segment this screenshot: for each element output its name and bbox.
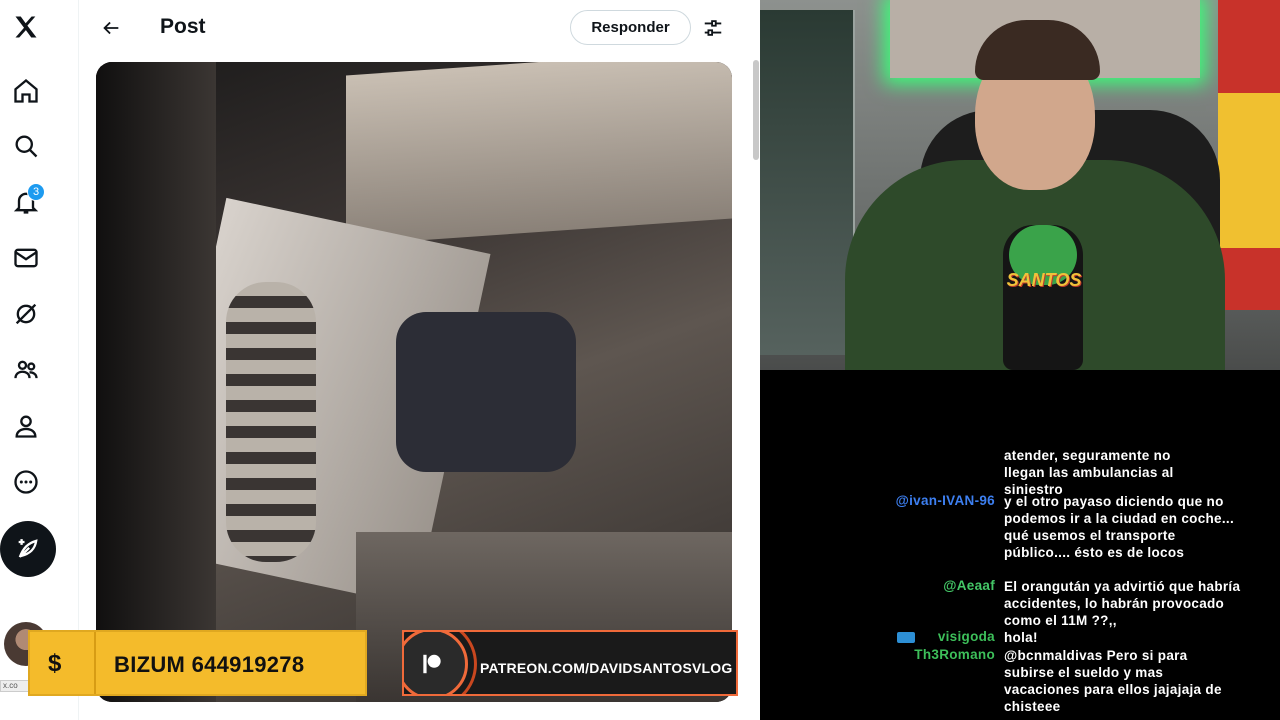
bizum-divider [94,632,96,694]
browser-window: 3 Post Responder x.co $ BIZUM 644919278 … [0,0,760,720]
bizum-number: BIZUM 644919278 [114,652,305,677]
status-bar-url: x.co [0,680,30,692]
notification-count-badge: 3 [27,183,45,201]
chat-username[interactable]: visigoda [760,629,995,644]
dollar-icon: $ [48,650,62,677]
mic-logo: SANTOS [1006,270,1082,290]
page-scrollbar[interactable] [753,60,759,160]
messages-mail-icon[interactable] [3,235,49,281]
grok-icon[interactable] [3,291,49,337]
page-title: Post [160,15,206,38]
chat-username[interactable]: @ivan-IVAN-96 [760,493,995,508]
post-image-overturned-bus-interior[interactable] [96,62,732,702]
chat-username[interactable]: @Aeaaf [760,578,995,593]
subscriber-badge-icon [897,632,915,643]
live-chat: atender, seguramente no llegan las ambul… [760,370,1280,720]
filter-sliders-icon[interactable] [699,14,727,42]
chat-message-text: @bcnmaldivas Pero si para subirse el sue… [1004,648,1222,714]
patreon-banner: PATREON.COM/DAVIDSANTOSVLOG [402,630,738,696]
x-logo-icon[interactable] [3,4,49,50]
patreon-url: PATREON.COM/DAVIDSANTOSVLOG [480,660,733,676]
bizum-donation-banner: $ BIZUM 644919278 [28,630,367,696]
sidebar-nav: 3 [0,0,78,720]
search-icon[interactable] [3,123,49,169]
chat-message-text: y el otro payaso diciendo que no podemos… [1004,494,1235,560]
chat-message-text: atender, seguramente no llegan las ambul… [1004,448,1174,497]
chat-message-text: El orangután ya advirtió que habría acci… [1004,579,1241,628]
chat-username[interactable]: Th3Romano [760,647,995,662]
reply-button[interactable]: Responder [570,10,691,45]
patreon-logo-icon [404,632,468,694]
home-icon[interactable] [3,68,49,114]
profile-icon[interactable] [3,403,49,449]
communities-icon[interactable] [3,347,49,393]
more-options-icon[interactable] [3,459,49,505]
back-arrow-button[interactable] [93,10,129,46]
back-arrow-icon [103,21,119,35]
sidebar-divider [78,0,79,720]
streamer-webcam: SANTOS [760,0,1280,370]
chat-message-text: hola! [1004,630,1038,645]
post-header: Post Responder [79,0,755,56]
feather-pen-icon [18,539,38,558]
compose-post-button[interactable] [0,521,56,577]
